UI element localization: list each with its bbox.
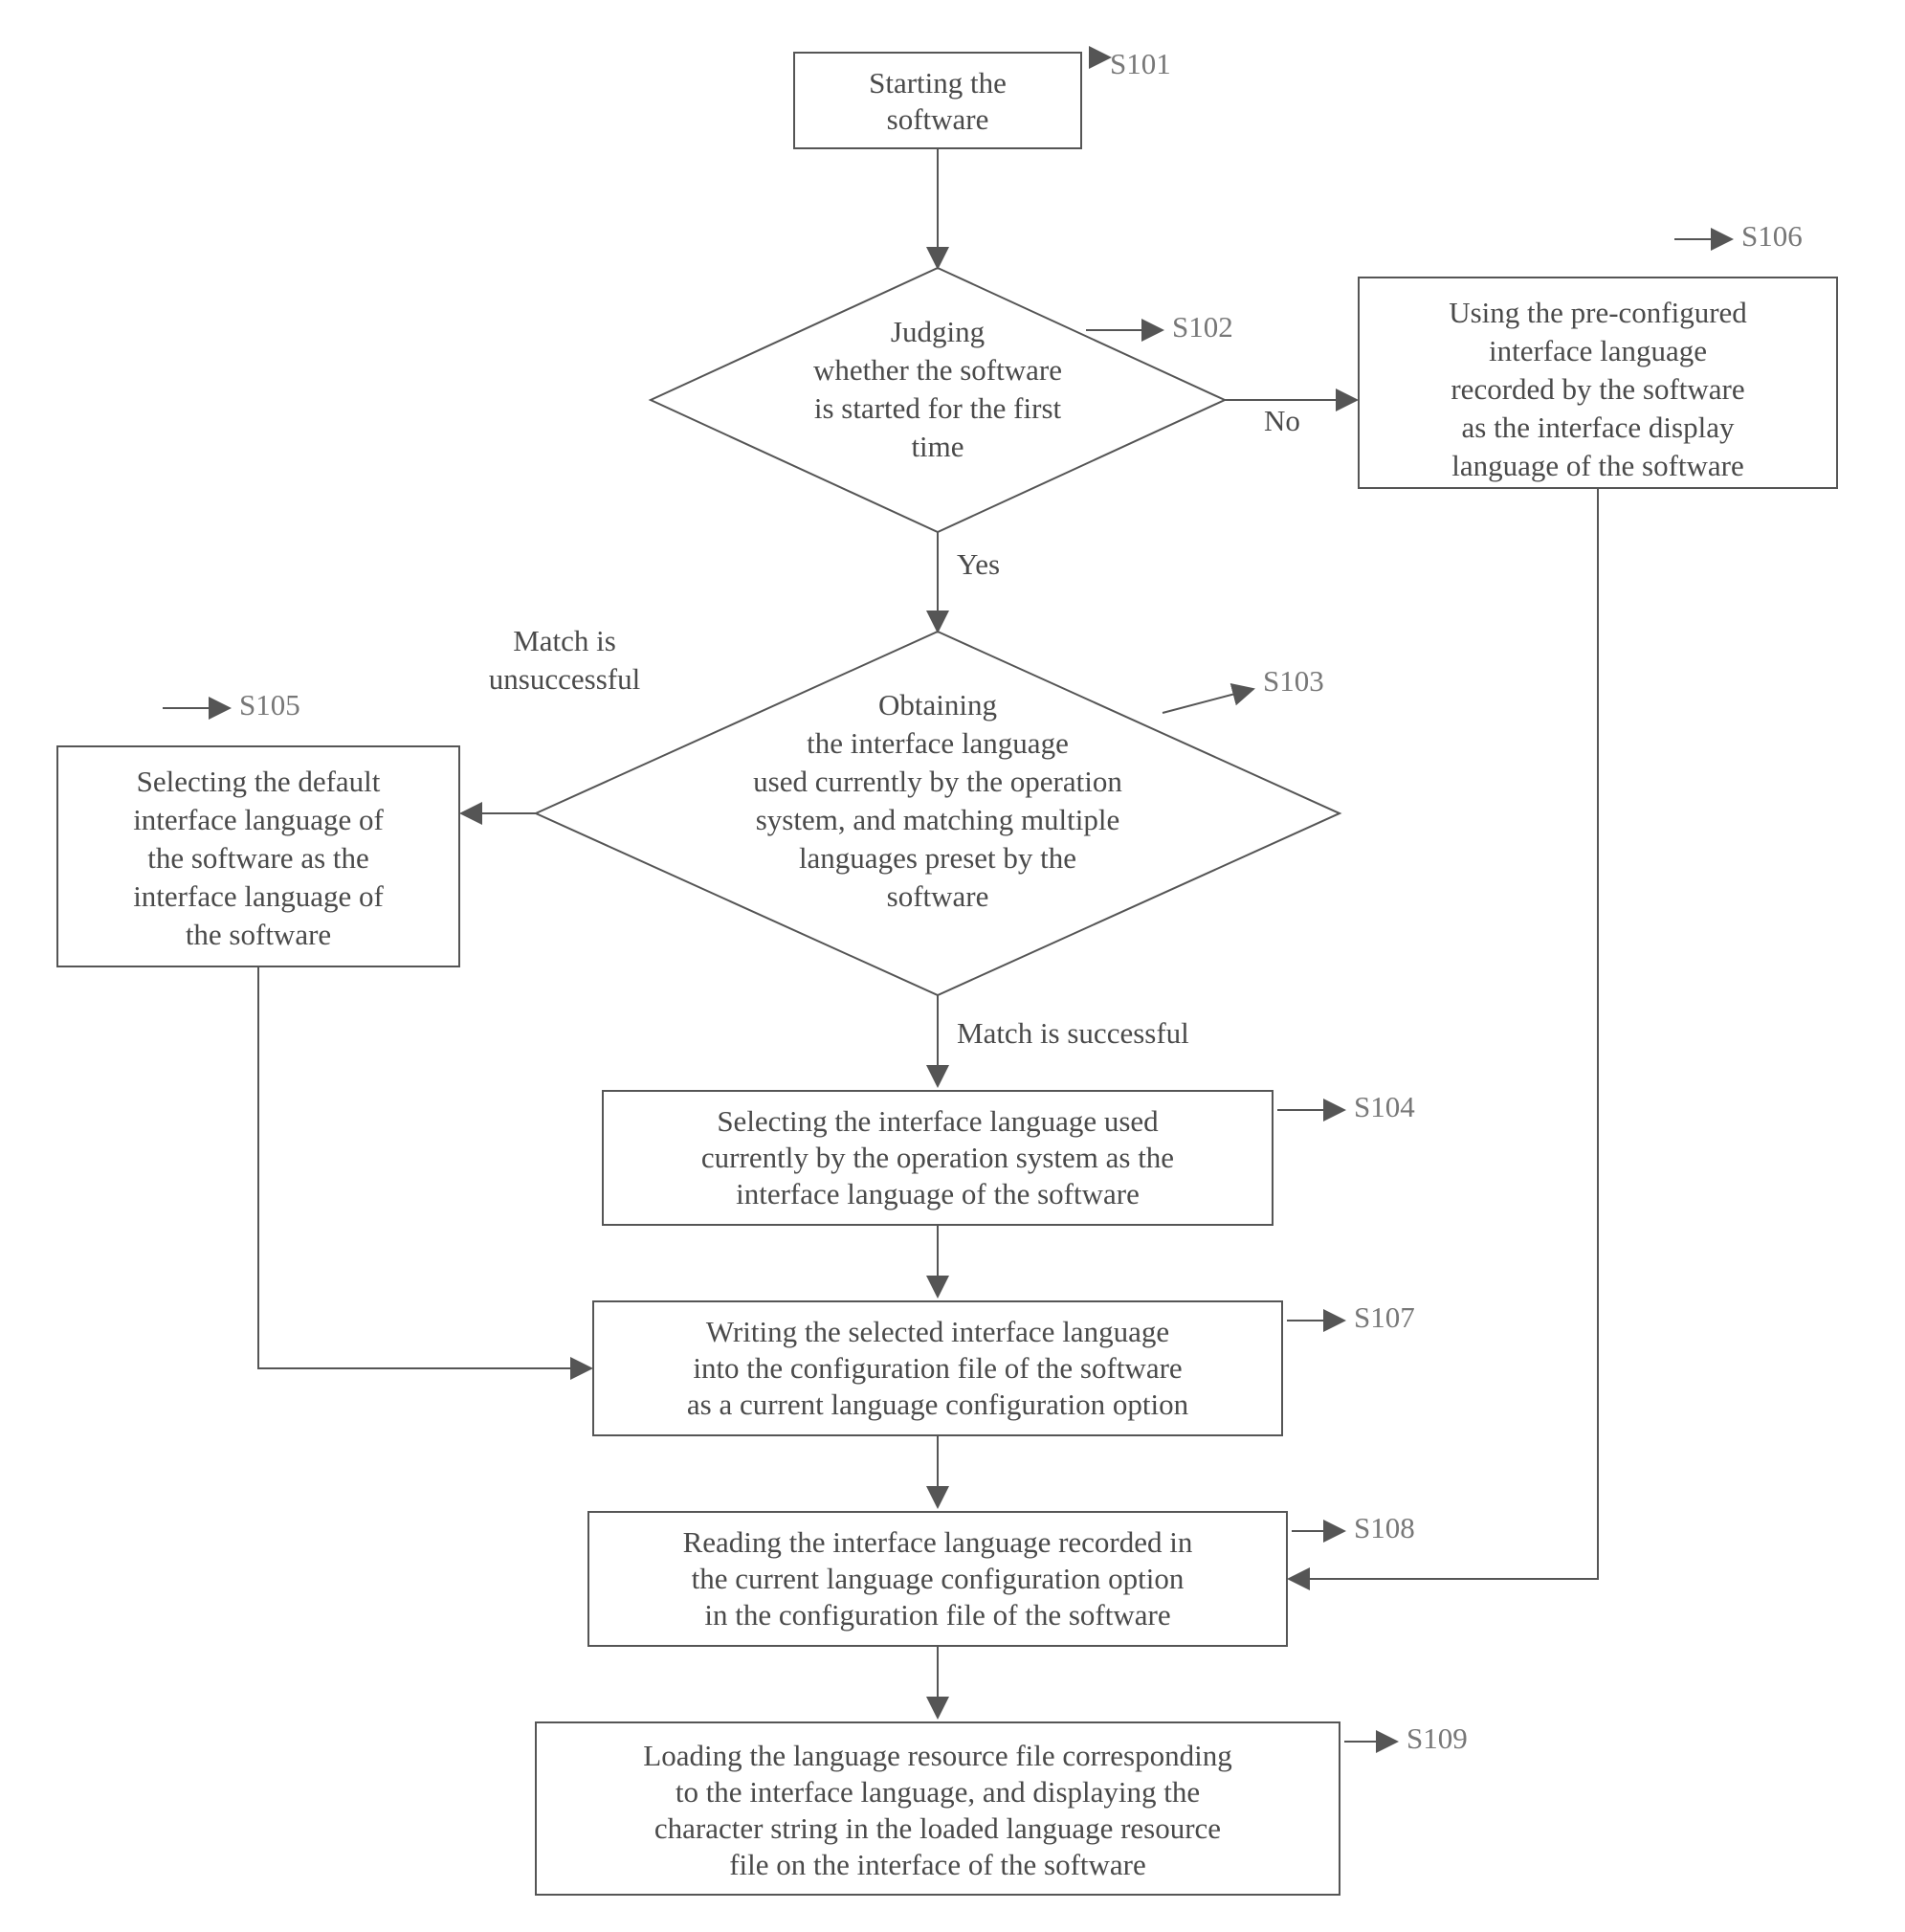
s108-id: S108	[1354, 1511, 1415, 1544]
label-fail2: unsuccessful	[489, 662, 640, 696]
label-fail1: Match is	[513, 624, 616, 657]
s104-line3: interface language of the software	[736, 1177, 1140, 1210]
s102-line4: time	[911, 430, 964, 463]
s103-line5: languages preset by the	[799, 841, 1076, 875]
s105-line1: Selecting the default	[137, 765, 381, 798]
s106-id: S106	[1741, 219, 1803, 253]
s109-line2: to the interface language, and displayin…	[676, 1775, 1200, 1809]
s106-line3: recorded by the software	[1451, 372, 1744, 406]
s108-line3: in the configuration file of the softwar…	[704, 1598, 1170, 1632]
s105-line3: the software as the	[147, 841, 369, 875]
s103-line6: software	[887, 879, 989, 913]
s109-line1: Loading the language resource file corre…	[643, 1739, 1231, 1772]
s106-line5: language of the software	[1451, 449, 1744, 482]
s109-line3: character string in the loaded language …	[654, 1811, 1221, 1845]
s105-line5: the software	[186, 918, 331, 951]
step-s109: Loading the language resource file corre…	[536, 1721, 1468, 1895]
s107-line2: into the configuration file of the softw…	[693, 1351, 1182, 1385]
step-s103: Obtaining the interface language used cu…	[536, 632, 1340, 995]
step-s102: Judging whether the software is started …	[651, 268, 1233, 532]
s107-line3: as a current language configuration opti…	[687, 1388, 1189, 1421]
s108-line2: the current language configuration optio…	[692, 1562, 1185, 1595]
s102-line1: Judging	[891, 315, 985, 348]
s104-line2: currently by the operation system as the	[701, 1141, 1174, 1174]
s109-id: S109	[1407, 1721, 1468, 1755]
edge-s106-s108	[1289, 488, 1598, 1579]
step-s106: Using the pre-configured interface langu…	[1359, 219, 1837, 488]
s103-line4: system, and matching multiple	[756, 803, 1120, 836]
s102-id: S102	[1172, 310, 1233, 344]
s107-id: S107	[1354, 1300, 1415, 1334]
step-s107: Writing the selected interface language …	[593, 1300, 1415, 1435]
s105-line4: interface language of	[133, 879, 384, 913]
flowchart: Starting the software S101 Judging wheth…	[0, 0, 1905, 1932]
s101-line1: Starting the	[869, 66, 1007, 100]
s103-line1: Obtaining	[878, 688, 997, 722]
label-match-ok: Match is successful	[957, 1016, 1189, 1050]
s107-line1: Writing the selected interface language	[706, 1315, 1169, 1348]
s104-id: S104	[1354, 1090, 1415, 1123]
s106-line4: as the interface display	[1462, 411, 1735, 444]
s103-line3: used currently by the operation	[753, 765, 1122, 798]
label-no: No	[1264, 404, 1300, 437]
s103-line2: the interface language	[807, 726, 1069, 760]
step-s101: Starting the software S101	[794, 47, 1171, 148]
step-s104: Selecting the interface language used cu…	[603, 1090, 1415, 1225]
s106-line1: Using the pre-configured	[1449, 296, 1747, 329]
s106-line2: interface language	[1489, 334, 1707, 367]
s101-id: S101	[1110, 47, 1171, 80]
edge-s105-s107	[258, 966, 591, 1368]
s108-line1: Reading the interface language recorded …	[683, 1525, 1193, 1559]
s101-line2: software	[887, 102, 989, 136]
s109-line4: file on the interface of the software	[729, 1848, 1146, 1881]
s103-id: S103	[1263, 664, 1324, 698]
step-s105: Selecting the default interface language…	[57, 688, 459, 966]
s104-line1: Selecting the interface language used	[717, 1104, 1159, 1138]
s105-id: S105	[239, 688, 300, 722]
s102-line2: whether the software	[813, 353, 1062, 387]
s102-line3: is started for the first	[814, 391, 1062, 425]
label-yes: Yes	[957, 547, 1000, 581]
s105-line2: interface language of	[133, 803, 384, 836]
